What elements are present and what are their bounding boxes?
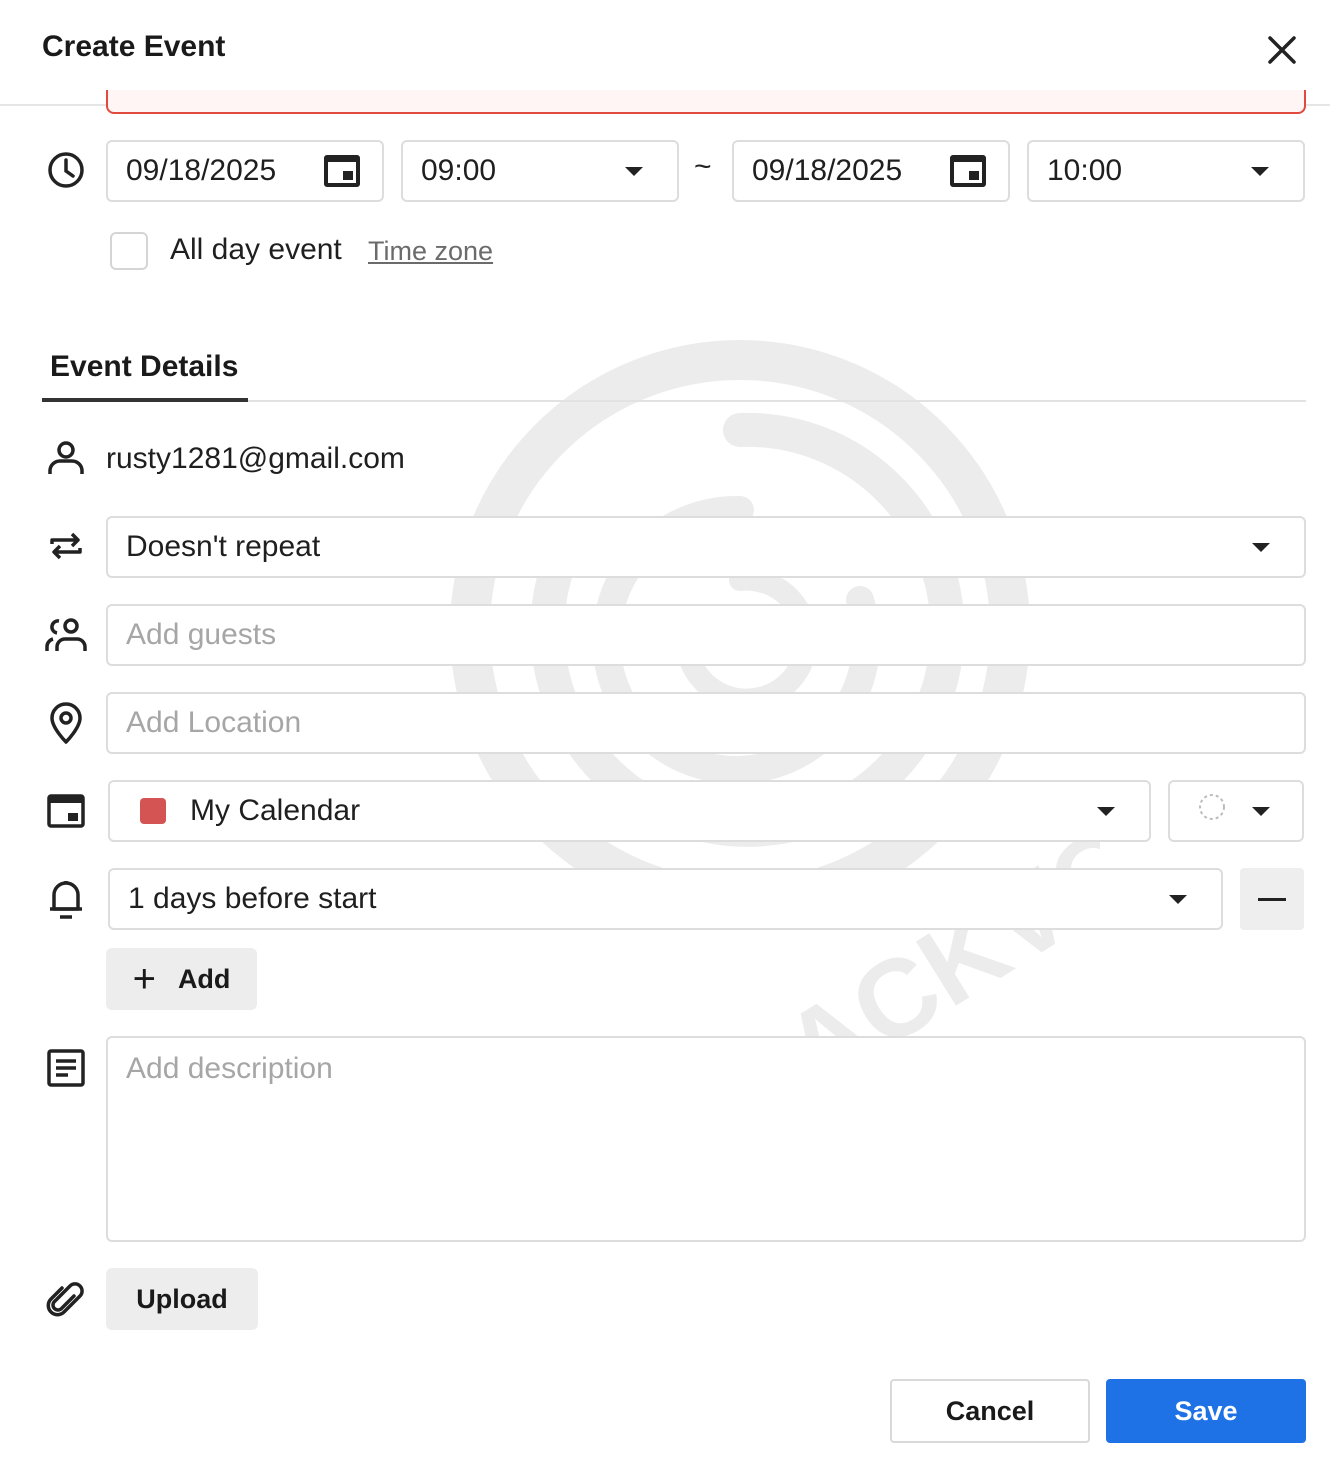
paperclip-icon xyxy=(42,1276,90,1324)
chevron-down-icon xyxy=(1252,806,1270,816)
end-date-value: 09/18/2025 xyxy=(752,154,903,187)
add-reminder-label: Add xyxy=(177,963,231,994)
empty-color-icon xyxy=(1198,793,1226,829)
tab-label: Event Details xyxy=(50,350,239,383)
calendar-name: My Calendar xyxy=(190,794,361,827)
start-date-value: 09/18/2025 xyxy=(126,154,277,187)
chevron-down-icon xyxy=(625,166,643,176)
all-day-checkbox[interactable] xyxy=(110,232,148,270)
reminder-value: 1 days before start xyxy=(128,882,377,915)
cancel-button[interactable]: Cancel xyxy=(890,1379,1090,1443)
upload-label: Upload xyxy=(136,1283,228,1314)
guests-placeholder: Add guests xyxy=(126,618,277,651)
repeat-value: Doesn't repeat xyxy=(126,530,321,563)
location-pin-icon xyxy=(42,699,90,747)
time-range-separator: ~ xyxy=(694,150,712,183)
save-button[interactable]: Save xyxy=(1106,1379,1306,1443)
plus-icon: + xyxy=(132,957,156,1001)
description-textarea[interactable]: Add description xyxy=(106,1036,1306,1242)
event-title-field-edge[interactable] xyxy=(106,90,1306,114)
dialog-title: Create Event xyxy=(42,30,226,63)
calendar-select[interactable]: My Calendar xyxy=(108,780,1151,842)
minus-icon xyxy=(1258,897,1286,901)
location-input[interactable]: Add Location xyxy=(106,692,1306,754)
start-time-select[interactable]: 09:00 xyxy=(401,140,679,202)
upload-button[interactable]: Upload xyxy=(106,1268,258,1330)
clock-icon xyxy=(42,146,90,194)
bell-icon xyxy=(42,875,90,923)
tab-event-details[interactable]: Event Details xyxy=(42,348,248,404)
calendar-icon[interactable] xyxy=(324,155,360,187)
owner-email: rusty1281@gmail.com xyxy=(106,442,405,475)
chevron-down-icon xyxy=(1169,894,1187,904)
remove-reminder-button[interactable] xyxy=(1240,868,1304,930)
user-icon xyxy=(42,434,90,482)
guests-input[interactable]: Add guests xyxy=(106,604,1306,666)
event-color-select[interactable] xyxy=(1168,780,1304,842)
repeat-icon xyxy=(42,522,90,570)
time-zone-link[interactable]: Time zone xyxy=(368,236,493,267)
end-date-field[interactable]: 09/18/2025 xyxy=(732,140,1010,202)
active-tab-indicator xyxy=(42,398,248,402)
all-day-label: All day event xyxy=(170,233,342,266)
close-icon[interactable] xyxy=(1262,30,1302,70)
calendar-color-swatch xyxy=(140,798,166,824)
chevron-down-icon xyxy=(1251,166,1269,176)
guests-icon xyxy=(42,611,90,659)
add-reminder-button[interactable]: + Add xyxy=(106,948,257,1010)
end-time-select[interactable]: 10:00 xyxy=(1027,140,1305,202)
start-date-field[interactable]: 09/18/2025 xyxy=(106,140,384,202)
location-placeholder: Add Location xyxy=(126,706,302,739)
repeat-select[interactable]: Doesn't repeat xyxy=(106,516,1306,578)
chevron-down-icon xyxy=(1252,542,1270,552)
calendar-icon[interactable] xyxy=(950,155,986,187)
end-time-value: 10:00 xyxy=(1047,154,1123,187)
calendar-icon xyxy=(42,787,90,835)
description-icon xyxy=(42,1044,90,1092)
description-placeholder: Add description xyxy=(126,1052,333,1085)
start-time-value: 09:00 xyxy=(421,154,497,187)
reminder-select[interactable]: 1 days before start xyxy=(108,868,1223,930)
chevron-down-icon xyxy=(1097,806,1115,816)
